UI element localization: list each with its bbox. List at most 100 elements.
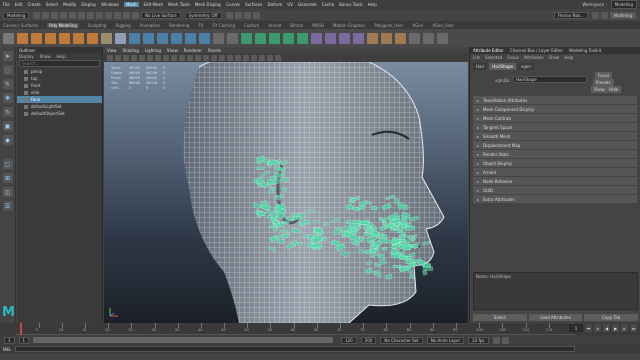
viewport-menu-shading[interactable]: Shading bbox=[123, 48, 139, 53]
section-mesh-component-display[interactable]: Mesh Component Display bbox=[473, 105, 637, 113]
edge-loop-icon[interactable] bbox=[339, 32, 350, 44]
new-scene-icon[interactable] bbox=[33, 11, 41, 19]
camera-icon[interactable] bbox=[107, 54, 113, 61]
plane-icon[interactable] bbox=[87, 32, 98, 44]
shelf-tab-fx[interactable]: FX bbox=[198, 23, 203, 28]
character-set-dropdown[interactable]: No Character Set bbox=[380, 336, 423, 344]
outliner-item[interactable]: defaultObjectSet bbox=[17, 110, 102, 117]
smooth-icon[interactable] bbox=[171, 32, 182, 44]
outliner-search-input[interactable]: Search... bbox=[19, 60, 100, 67]
range-slider-bar[interactable] bbox=[33, 337, 334, 343]
menu-create[interactable]: Create bbox=[27, 2, 40, 7]
resolution-gate-icon[interactable] bbox=[155, 54, 161, 61]
tab-channel-box[interactable]: Channel Box / Layer Editor bbox=[510, 48, 563, 53]
film-gate-icon[interactable] bbox=[147, 54, 153, 61]
symmetry-dropdown[interactable]: Symmetry: Off bbox=[184, 11, 222, 19]
play-backward-icon[interactable]: ◀ bbox=[603, 324, 610, 332]
scale-tool-icon[interactable]: ▣ bbox=[2, 121, 13, 131]
focus-button[interactable]: Focus bbox=[595, 72, 613, 79]
wireframe-icon[interactable] bbox=[187, 54, 193, 61]
fps-dropdown[interactable]: 24 fps bbox=[468, 336, 489, 344]
menu-mesh-display[interactable]: Mesh Display bbox=[195, 2, 222, 7]
section-tessellation-attributes[interactable]: Tessellation Attributes bbox=[473, 96, 637, 104]
target-weld-icon[interactable] bbox=[325, 32, 336, 44]
section-arnold[interactable]: Arnold bbox=[473, 168, 637, 176]
shelf-tab-polygons-user[interactable]: Polygons_User bbox=[374, 23, 403, 28]
outliner-menu-display[interactable]: Display bbox=[19, 54, 34, 59]
cube-icon[interactable] bbox=[31, 32, 42, 44]
node-name-field[interactable]: HairShape bbox=[513, 76, 587, 83]
select-component-icon[interactable] bbox=[96, 11, 104, 19]
section-mesh-controls[interactable]: Mesh Controls bbox=[473, 114, 637, 122]
viewport-menu-view[interactable]: View bbox=[107, 48, 117, 53]
shelf-tab-xgen[interactable]: XGen bbox=[412, 23, 423, 28]
command-input[interactable] bbox=[15, 346, 576, 352]
single-view-icon[interactable]: ▢ bbox=[2, 159, 13, 169]
menu-curves[interactable]: Curves bbox=[226, 2, 240, 7]
time-slider[interactable]: 5 10 15 20 25 30 35 40 45 50 55 60 65 70 75 80 85 90 95 100… bbox=[0, 323, 640, 335]
select-object-icon[interactable] bbox=[87, 11, 95, 19]
playback-start-field[interactable]: 1 bbox=[18, 336, 30, 344]
outliner-menu-help[interactable]: Help bbox=[57, 54, 66, 59]
hypershade-icon[interactable] bbox=[252, 11, 260, 19]
gear-icon[interactable] bbox=[3, 32, 14, 44]
open-scene-icon[interactable] bbox=[42, 11, 50, 19]
lights-icon[interactable] bbox=[219, 54, 225, 61]
shelf-tab-motion-graphics[interactable]: Motion Graphics bbox=[333, 23, 366, 28]
uv-editor-icon[interactable] bbox=[367, 32, 378, 44]
presets-button[interactable]: Presets bbox=[593, 79, 614, 86]
load-attributes-button[interactable]: Load Attributes bbox=[528, 314, 583, 321]
menu-select[interactable]: Select bbox=[46, 2, 58, 7]
outliner-menu-show[interactable]: Show bbox=[40, 54, 51, 59]
mel-label[interactable]: MEL bbox=[3, 347, 11, 352]
menu-help[interactable]: Help bbox=[368, 2, 377, 7]
select-hierarchy-icon[interactable] bbox=[78, 11, 86, 19]
save-scene-icon[interactable] bbox=[51, 11, 59, 19]
wireframe-on-shaded-icon[interactable] bbox=[203, 54, 209, 61]
multi-cut-icon[interactable] bbox=[311, 32, 322, 44]
bridge-icon[interactable] bbox=[255, 32, 266, 44]
anti-aliasing-icon[interactable] bbox=[243, 54, 249, 61]
cylinder-icon[interactable] bbox=[45, 32, 56, 44]
freeze-transform-icon[interactable] bbox=[423, 32, 434, 44]
textured-icon[interactable] bbox=[211, 54, 217, 61]
menu-mesh-tools[interactable]: Mesh Tools bbox=[168, 2, 190, 7]
center-pivot-icon[interactable] bbox=[409, 32, 420, 44]
grid-icon[interactable] bbox=[139, 54, 145, 61]
shelf-tab-mash[interactable]: MASH bbox=[312, 23, 324, 28]
snap-view-icon[interactable] bbox=[132, 11, 140, 19]
disc-icon[interactable] bbox=[101, 32, 112, 44]
menu-bonus-tools[interactable]: Bonus Tools bbox=[339, 2, 362, 7]
anim-start-field[interactable]: 1 bbox=[4, 336, 15, 344]
outliner-item[interactable]: Face bbox=[17, 96, 102, 103]
time-slider-playhead[interactable] bbox=[20, 323, 22, 335]
attr-menu-show[interactable]: Show bbox=[549, 55, 560, 60]
bookmark-icon[interactable] bbox=[123, 54, 129, 61]
outliner-item[interactable]: defaultLightSet bbox=[17, 103, 102, 110]
merge-icon[interactable] bbox=[297, 32, 308, 44]
shadows-icon[interactable] bbox=[227, 54, 233, 61]
go-to-end-icon[interactable]: ⏭ bbox=[630, 324, 637, 332]
live-surface-dropdown[interactable]: No Live Surface bbox=[141, 11, 181, 19]
quad-draw-icon[interactable] bbox=[353, 32, 364, 44]
viewport-menu-renderer[interactable]: Renderer bbox=[184, 48, 202, 53]
four-view-icon[interactable]: ⊞ bbox=[2, 173, 13, 183]
anim-layer-dropdown[interactable]: No Anim Layer bbox=[426, 336, 465, 344]
menu-file[interactable]: File bbox=[3, 2, 10, 7]
menu-edit-mesh[interactable]: Edit Mesh bbox=[144, 2, 164, 7]
tab-attribute-editor[interactable]: Attribute Editor bbox=[473, 48, 504, 53]
shelf-tab-poly-modeling[interactable]: Poly Modeling bbox=[47, 22, 79, 28]
boolean-icon[interactable] bbox=[185, 32, 196, 44]
auto-map-icon[interactable] bbox=[395, 32, 406, 44]
shelf-tab-sculpting[interactable]: Sculpting bbox=[88, 23, 107, 28]
render-settings-icon[interactable] bbox=[243, 11, 251, 19]
workspace-dropdown[interactable]: Modeling bbox=[610, 0, 637, 9]
paint-select-icon[interactable]: ✎ bbox=[2, 79, 13, 89]
xray-joints-icon[interactable] bbox=[267, 54, 273, 61]
outliner-item[interactable]: top bbox=[17, 75, 102, 82]
render-frame-icon[interactable] bbox=[225, 11, 233, 19]
smooth-shade-icon[interactable] bbox=[195, 54, 201, 61]
section-displacement-map[interactable]: Displacement Map bbox=[473, 141, 637, 149]
shelf-tab-custom[interactable]: Custom bbox=[244, 23, 259, 28]
menu-edit[interactable]: Edit bbox=[15, 2, 23, 7]
